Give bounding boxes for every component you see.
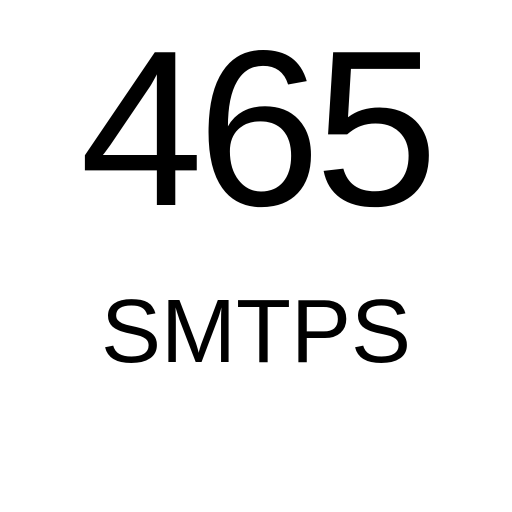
port-icon-canvas: 465 SMTPS	[0, 0, 512, 512]
port-number: 465	[79, 5, 438, 253]
protocol-label: SMTPS	[100, 282, 412, 382]
